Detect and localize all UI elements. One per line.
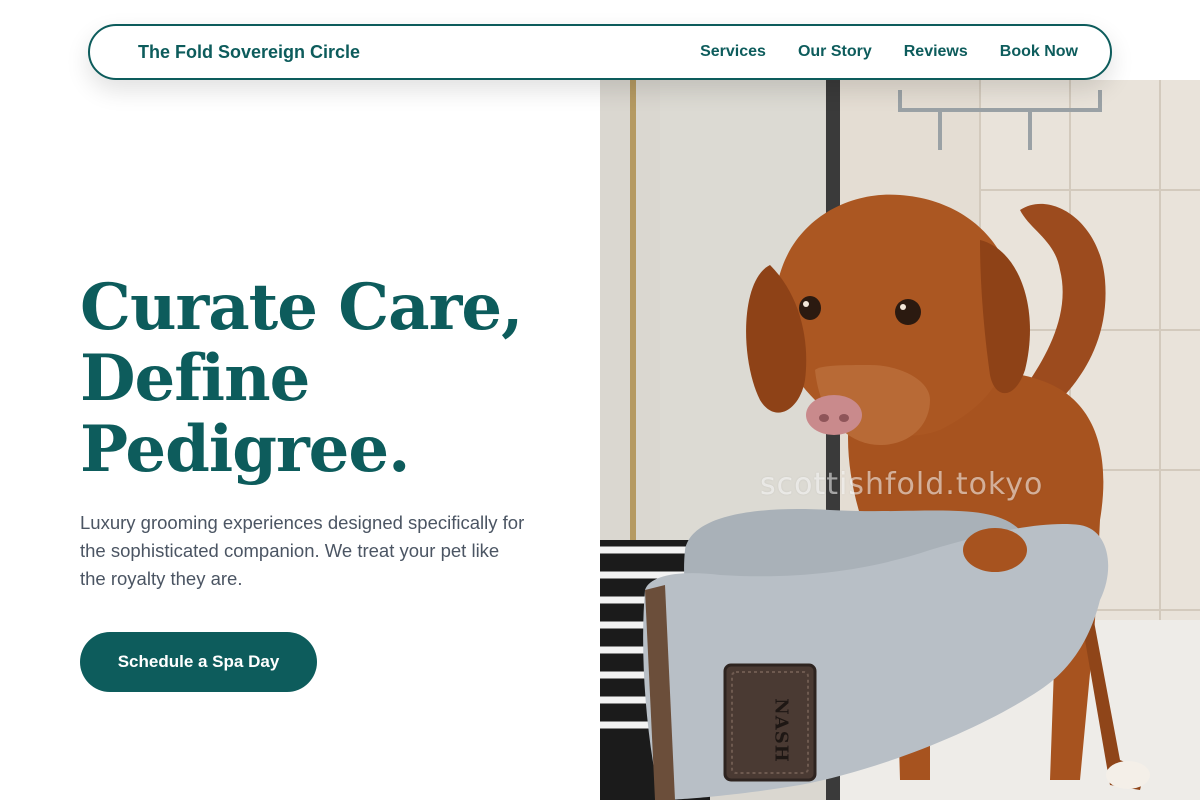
nav-item-our-story: Our Story [798, 43, 872, 61]
nav-item-reviews: Reviews [904, 43, 968, 61]
nav-item-book-now: Book Now [1000, 43, 1078, 61]
nav-link-services[interactable]: Services [700, 43, 766, 60]
glove-brand-label: NASH [770, 698, 792, 763]
nav-link-book-now[interactable]: Book Now [1000, 43, 1078, 60]
hero-photo [600, 80, 1200, 800]
nav-link-our-story[interactable]: Our Story [798, 43, 872, 60]
brand-logo-link[interactable]: The Fold Sovereign Circle [138, 42, 360, 63]
hero-subtext: Luxury grooming experiences designed spe… [80, 512, 525, 589]
nav-links: Services Our Story Reviews Book Now [700, 43, 1078, 61]
headline-line-3: Pedigree. [80, 412, 410, 487]
nav-item-services: Services [700, 43, 766, 61]
watermark-text: scottishfold.tokyo [760, 467, 1044, 502]
schedule-spa-day-button[interactable]: Schedule a Spa Day [80, 632, 317, 692]
wet-dog-bath-illustration [600, 80, 1200, 800]
nav-link-reviews[interactable]: Reviews [904, 43, 968, 60]
hero-headline: Curate Care, Define Pedigree. [80, 272, 560, 485]
navbar: The Fold Sovereign Circle Services Our S… [88, 24, 1112, 80]
headline-line-2: Define [80, 341, 310, 416]
headline-line-1: Curate Care, [80, 270, 523, 345]
